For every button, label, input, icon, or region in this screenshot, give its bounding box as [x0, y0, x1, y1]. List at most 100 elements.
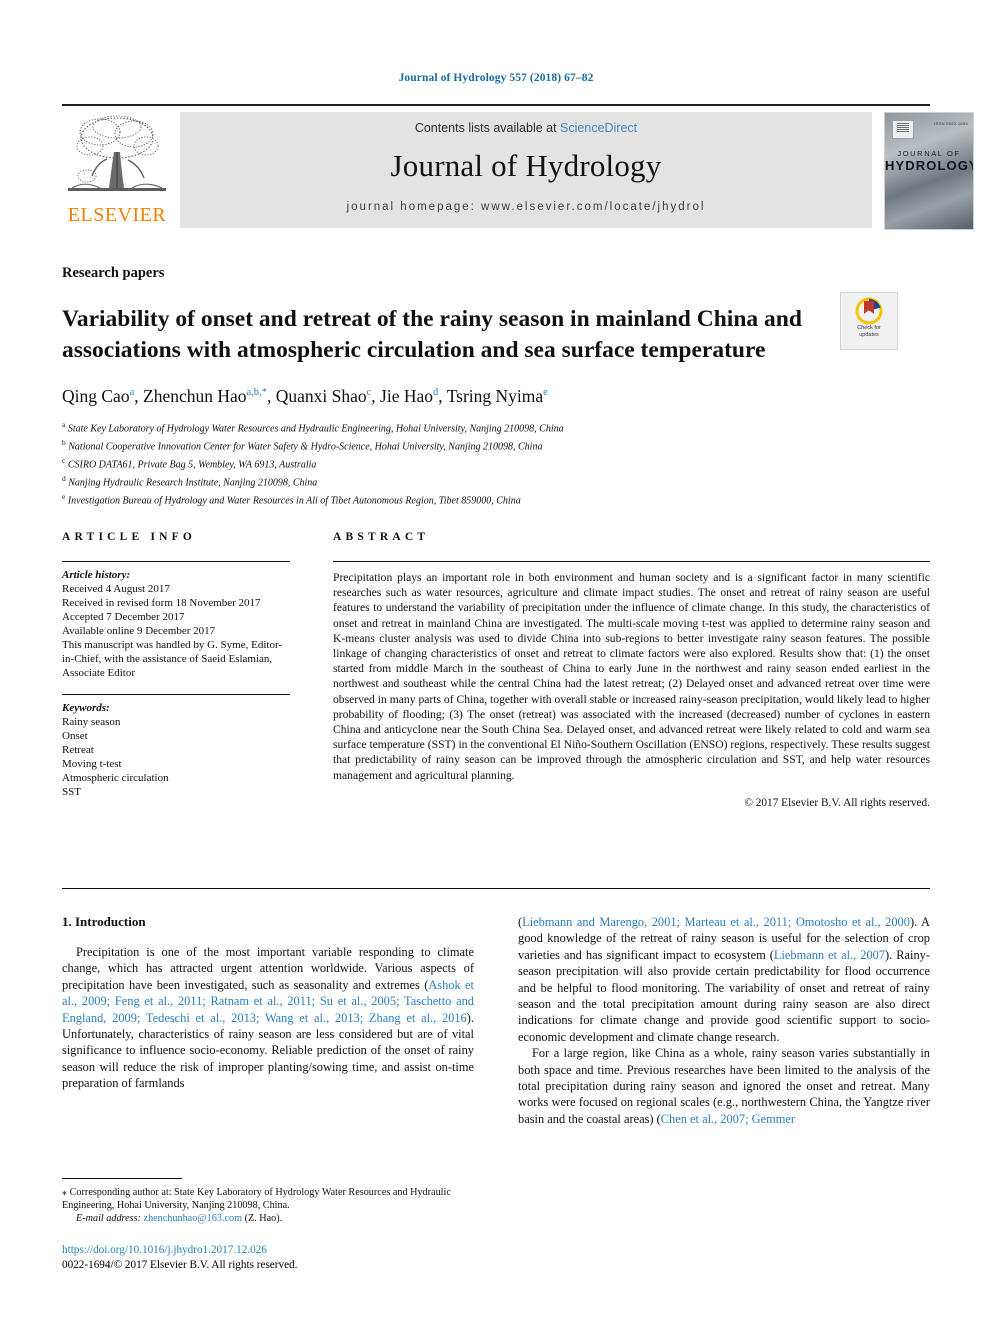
cover-title-line1: JOURNAL OF — [897, 149, 961, 158]
article-info-block: ARTICLE INFO Article history: Received 4… — [62, 531, 290, 799]
keyword-item: Atmospheric circulation — [62, 772, 169, 784]
history-received: Received 4 August 2017 — [62, 583, 170, 595]
footnote-rule — [62, 1178, 182, 1179]
affiliation-a-text: State Key Laboratory of Hydrology Water … — [67, 423, 564, 435]
author-5: Tsring Nyimae — [447, 386, 548, 406]
keyword-item: Retreat — [62, 744, 94, 756]
affiliation-b: b National Cooperative Innovation Center… — [62, 436, 882, 454]
affiliation-d: d Nanjing Hydraulic Research Institute, … — [62, 472, 882, 490]
affiliation-e-marker: e — [62, 491, 66, 501]
corresponding-author-footnote: ⁎ Corresponding author at: State Key Lab… — [62, 1178, 474, 1225]
author-4-name: Jie Hao — [380, 386, 433, 406]
handling-editor: This manuscript was handled by G. Syme, … — [62, 639, 283, 679]
author-5-affil-marker: e — [543, 387, 548, 399]
intro-left-text-a: Precipitation is one of the most importa… — [62, 945, 474, 992]
elsevier-tree-icon — [68, 115, 166, 191]
crossmark-line-2: updates — [859, 332, 879, 338]
footnote-text: ⁎ Corresponding author at: State Key Lab… — [62, 1186, 474, 1225]
author-1-affil-marker: a — [129, 387, 135, 399]
keywords-rule — [62, 694, 290, 695]
email-link[interactable]: zhenchunhao@163.com — [144, 1213, 243, 1224]
affiliation-c: c CSIRO DATA61, Private Bag 5, Wembley, … — [62, 454, 882, 472]
affiliation-c-text: CSIRO DATA61, Private Bag 5, Wembley, WA… — [67, 459, 317, 471]
crossmark-badge[interactable]: Check for updates — [840, 292, 898, 350]
section-divider — [62, 888, 930, 889]
affiliation-e-text: Investigation Bureau of Hydrology and Wa… — [67, 495, 521, 507]
affiliation-b-text: National Cooperative Innovation Center f… — [68, 441, 543, 453]
email-label: E-mail address: — [76, 1213, 141, 1224]
author-3-affil-marker: c — [366, 387, 372, 399]
affiliation-a: a State Key Laboratory of Hydrology Wate… — [62, 418, 882, 436]
affiliation-d-marker: d — [62, 473, 66, 483]
abstract-rule — [333, 561, 930, 562]
cover-art: ISSN 0022-1694 JOURNAL OF HYDROLOGY — [885, 113, 973, 229]
history-online: Available online 9 December 2017 — [62, 625, 216, 637]
elsevier-wordmark: ELSEVIER — [67, 204, 167, 226]
author-3-name: Quanxi Shao — [275, 386, 367, 406]
journal-homepage-link[interactable]: journal homepage: www.elsevier.com/locat… — [180, 201, 872, 213]
history-revised: Received in revised form 18 November 201… — [62, 597, 261, 609]
body-column-left: 1. Introduction Precipitation is one of … — [62, 914, 474, 1092]
footnote-star: ⁎ — [62, 1187, 68, 1198]
author-3: Quanxi Shaoc — [276, 386, 372, 406]
author-2-affil-marker: a,b,* — [246, 387, 267, 399]
cover-issn-text: ISSN 0022-1694 — [934, 121, 968, 126]
intro-paragraph-right-1: (Liebmann and Marengo, 2001; Marteau et … — [518, 914, 930, 1045]
article-type-label: Research papers — [62, 265, 165, 281]
intro-paragraph-left: Precipitation is one of the most importa… — [62, 944, 474, 1092]
affiliation-c-marker: c — [62, 455, 66, 465]
intro-paragraph-right-2: For a large region, like China as a whol… — [518, 1045, 930, 1127]
keyword-item: Rainy season — [62, 716, 121, 728]
journal-masthead: ELSEVIER Contents lists available at Sci… — [62, 104, 974, 232]
journal-article-page: Journal of Hydrology 557 (2018) 67–82 EL… — [0, 0, 992, 1323]
running-head: Journal of Hydrology 557 (2018) 67–82 — [398, 72, 594, 84]
intro-right-citation-1[interactable]: Liebmann and Marengo, 2001; Marteau et a… — [522, 915, 910, 929]
keywords-label: Keywords: — [62, 702, 110, 714]
author-4: Jie Haod — [380, 386, 438, 406]
affiliation-b-marker: b — [62, 437, 66, 447]
affiliation-a-marker: a — [62, 420, 66, 429]
contents-lists-prefix: Contents lists available at — [414, 121, 561, 135]
affiliation-d-text: Nanjing Hydraulic Research Institute, Na… — [68, 477, 318, 489]
abstract-text: Precipitation plays an important role in… — [333, 571, 930, 782]
footnote-corresponding-text: Corresponding author at: State Key Labor… — [62, 1187, 451, 1211]
intro-right2-citation-1[interactable]: Chen et al., 2007; Gemmer — [661, 1112, 795, 1126]
intro-right-citation-2[interactable]: Liebmann et al., 2007 — [774, 948, 885, 962]
abstract-heading: ABSTRACT — [333, 531, 430, 543]
author-list: Qing Caoa, Zhenchun Haoa,b,*, Quanxi Sha… — [62, 386, 548, 406]
sciencedirect-link[interactable]: ScienceDirect — [560, 121, 637, 135]
contents-lists-line: Contents lists available at ScienceDirec… — [180, 121, 872, 135]
doi-link[interactable]: https://doi.org/10.1016/j.jhydro1.2017.1… — [62, 1243, 492, 1258]
author-1-name: Qing Cao — [62, 386, 130, 406]
footer-identifiers: https://doi.org/10.1016/j.jhydro1.2017.1… — [62, 1243, 492, 1273]
article-info-heading: ARTICLE INFO — [62, 531, 197, 543]
journal-title: Journal of Hydrology — [390, 148, 662, 183]
article-history-label: Article history: — [62, 569, 131, 581]
keyword-item: SST — [62, 786, 81, 798]
crossmark-label: Check for updates — [841, 325, 897, 339]
article-info-rule — [62, 561, 290, 562]
history-accepted: Accepted 7 December 2017 — [62, 611, 185, 623]
abstract-copyright: © 2017 Elsevier B.V. All rights reserved… — [744, 796, 930, 809]
elsevier-logo: ELSEVIER — [62, 112, 172, 228]
author-2: Zhenchun Haoa,b,* — [143, 386, 267, 406]
author-5-name: Tsring Nyima — [446, 386, 544, 406]
body-column-right: (Liebmann and Marengo, 2001; Marteau et … — [518, 914, 930, 1127]
keywords-block: Keywords: Rainy season Onset Retreat Mov… — [62, 701, 290, 799]
issn-copyright-line: 0022-1694/© 2017 Elsevier B.V. All right… — [62, 1259, 298, 1271]
affiliation-list: a State Key Laboratory of Hydrology Wate… — [62, 418, 882, 508]
page-title: Variability of onset and retreat of the … — [62, 305, 802, 363]
author-1: Qing Caoa — [62, 386, 134, 406]
cover-publisher-badge — [892, 120, 914, 139]
author-4-affil-marker: d — [433, 387, 439, 399]
crossmark-icon — [855, 297, 883, 325]
article-history: Article history: Received 4 August 2017 … — [62, 568, 290, 680]
abstract-block: ABSTRACT Precipitation plays an importan… — [333, 531, 930, 809]
intro-right-text-c: ). Rainy-season precipitation will also … — [518, 947, 930, 1044]
email-owner: (Z. Hao). — [244, 1213, 283, 1224]
author-2-name: Zhenchun Hao — [143, 386, 247, 406]
cover-title-line2: HYDROLOGY — [885, 158, 974, 173]
keyword-item: Moving t-test — [62, 758, 122, 770]
affiliation-e: e Investigation Bureau of Hydrology and … — [62, 490, 882, 508]
journal-cover-thumbnail: ISSN 0022-1694 JOURNAL OF HYDROLOGY — [884, 112, 974, 230]
